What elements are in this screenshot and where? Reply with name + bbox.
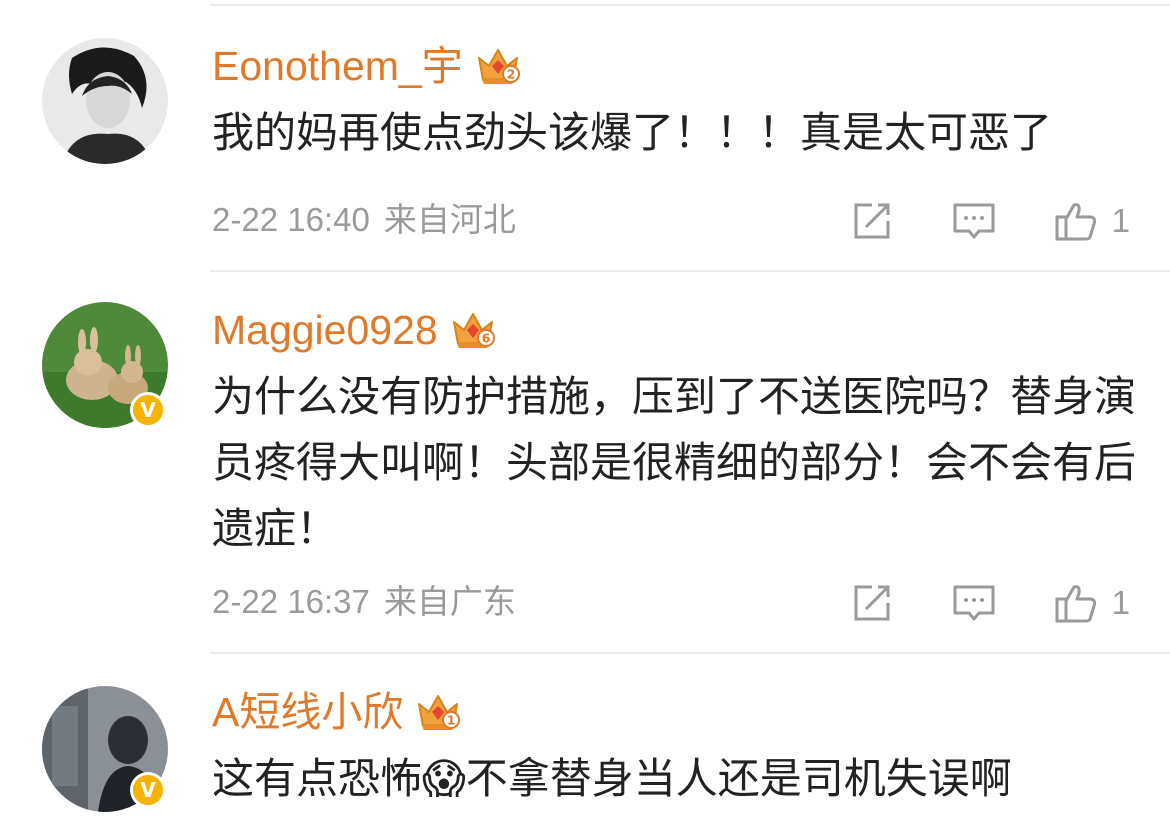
repost-icon[interactable] <box>850 199 894 243</box>
location: 来自河北 <box>383 200 516 239</box>
username-row: Maggie0928 6 <box>212 302 496 358</box>
username[interactable]: Eonothem_宇 <box>212 38 463 94</box>
repost-icon[interactable] <box>850 581 894 625</box>
crown-badge-icon: 1 <box>418 695 461 730</box>
crown-badge-icon: 6 <box>452 313 495 348</box>
action-bar: 1 <box>850 578 1130 628</box>
comment-text: 这有点恐怖😱不拿替身当人还是司机失误啊 <box>212 754 1012 803</box>
divider <box>210 4 1170 6</box>
comment-meta: 2-22 16:40 来自河北 <box>212 198 516 242</box>
thumbs-up-icon[interactable] <box>1054 581 1098 625</box>
reply-icon[interactable] <box>952 199 996 243</box>
divider <box>210 270 1170 272</box>
crown-badge-icon: 2 <box>477 49 520 84</box>
action-bar: 1 <box>850 196 1130 246</box>
timestamp: 2-22 16:40 <box>212 201 370 238</box>
level-badge-number: 1 <box>447 714 455 728</box>
like-count: 1 <box>1111 584 1130 621</box>
location: 来自广东 <box>383 582 516 621</box>
reply-icon[interactable] <box>952 581 996 625</box>
comment-text: 我的妈再使点劲头该爆了！！！真是太可恶了 <box>212 108 1053 157</box>
level-badge-number: 6 <box>482 332 490 346</box>
username[interactable]: A短线小欣 <box>212 684 403 740</box>
timestamp: 2-22 16:37 <box>212 583 370 620</box>
comment-text: 为什么没有防护措施，压到了不送医院吗？替身演员疼得大叫啊！头部是很精细的部分！会… <box>212 372 1137 553</box>
verified-v-badge: V <box>130 392 166 428</box>
username[interactable]: Maggie0928 <box>212 302 438 358</box>
username-row: A短线小欣 1 <box>212 684 461 740</box>
level-badge-number: 2 <box>507 68 515 82</box>
verified-v-badge: V <box>130 772 166 808</box>
divider <box>210 652 1170 654</box>
username-row: Eonothem_宇 2 <box>212 38 521 94</box>
like-count: 1 <box>1111 202 1130 239</box>
thumbs-up-icon[interactable] <box>1054 199 1098 243</box>
comment-meta: 2-22 16:37 来自广东 <box>212 580 516 624</box>
avatar[interactable] <box>42 38 168 164</box>
